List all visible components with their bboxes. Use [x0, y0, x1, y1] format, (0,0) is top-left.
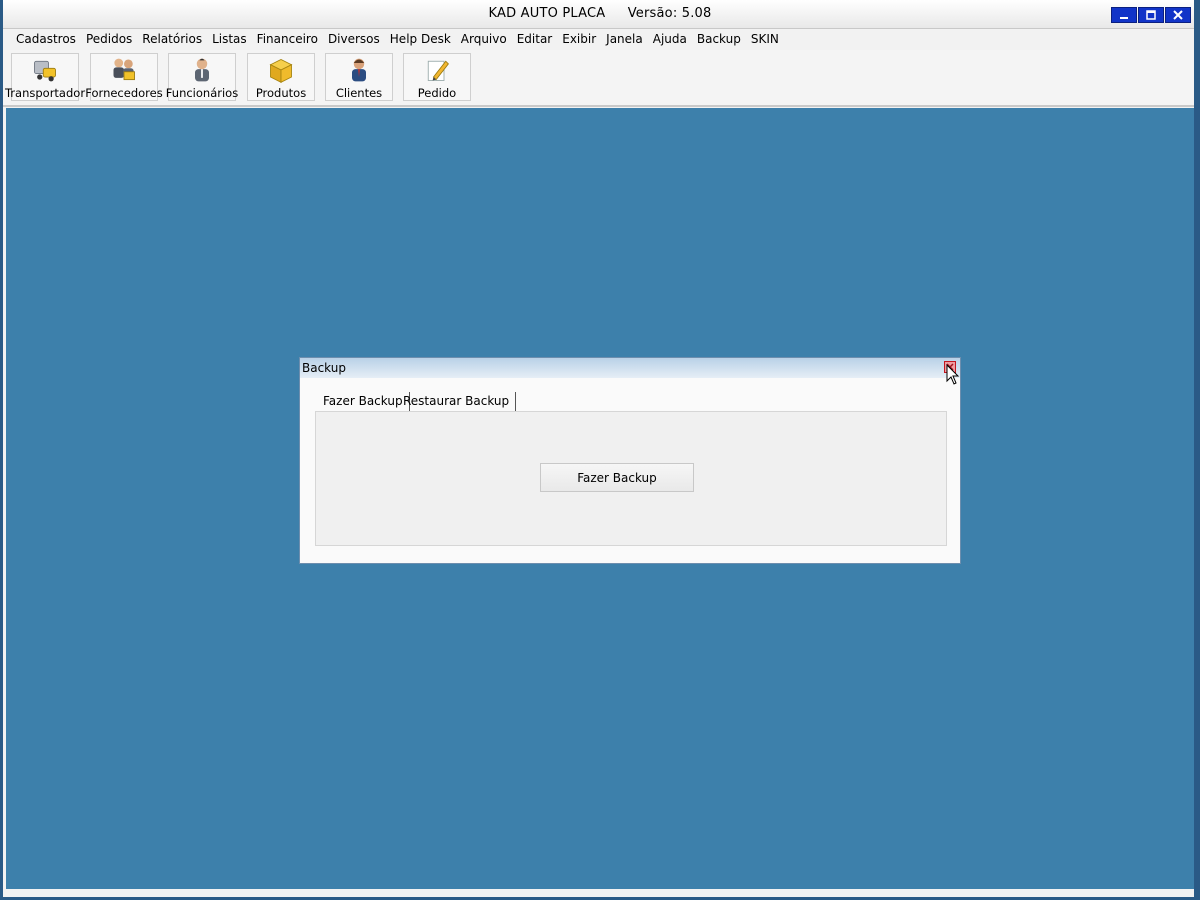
pencil-icon — [427, 60, 449, 81]
menu-exibir[interactable]: Exibir — [557, 30, 601, 50]
menu-janela[interactable]: Janela — [601, 30, 648, 50]
transportador-label: Transportador — [4, 86, 86, 100]
maximize-icon — [1146, 10, 1156, 20]
menu-diversos[interactable]: Diversos — [323, 30, 385, 50]
minimize-icon — [1120, 17, 1128, 19]
window-controls — [1110, 7, 1191, 23]
maximize-button[interactable] — [1138, 7, 1164, 23]
menu-cadastros[interactable]: Cadastros — [11, 30, 81, 50]
funcionarios-label: Funcionários — [165, 86, 239, 100]
clientes-button[interactable]: Clientes — [325, 53, 393, 101]
box-icon — [269, 59, 293, 83]
suppliers-icon — [113, 58, 135, 81]
menu-editar[interactable]: Editar — [512, 30, 558, 50]
menu-pedidos[interactable]: Pedidos — [81, 30, 137, 50]
menu-listas[interactable]: Listas — [207, 30, 252, 50]
funcionarios-button[interactable]: Funcionários — [165, 53, 239, 101]
menu-backup[interactable]: Backup — [692, 30, 746, 50]
app-name: KAD AUTO PLACA — [488, 6, 606, 21]
mouse-cursor-icon — [946, 364, 960, 385]
fornecedores-button[interactable]: Fornecedores — [85, 53, 163, 101]
fazer-backup-button[interactable]: Fazer Backup — [540, 463, 694, 492]
pedido-label: Pedido — [417, 86, 457, 100]
menu-arquivo[interactable]: Arquivo — [456, 30, 512, 50]
window-title: KAD AUTO PLACA Versão: 5.08 — [3, 6, 1197, 21]
tab-restaurar-backup[interactable]: Restaurar Backup — [397, 392, 517, 411]
menu-ajuda[interactable]: Ajuda — [648, 30, 692, 50]
employee-icon — [195, 58, 209, 82]
window-border — [1194, 0, 1200, 900]
minimize-button[interactable] — [1111, 7, 1137, 23]
menu-skin[interactable]: SKIN — [746, 30, 784, 50]
toolbar: Transportador Fornecedores Funcionários — [3, 50, 1197, 107]
tab-fazer-backup[interactable]: Fazer Backup — [317, 392, 410, 411]
menu-financeiro[interactable]: Financeiro — [252, 30, 323, 50]
dialog-body: Fazer Backup Restaurar Backup Fazer Back… — [300, 378, 960, 563]
produtos-button[interactable]: Produtos — [247, 53, 315, 101]
tab-panel: Fazer Backup — [315, 411, 947, 546]
menu-help-desk[interactable]: Help Desk — [385, 30, 456, 50]
close-icon — [1173, 10, 1183, 20]
clientes-label: Clientes — [335, 86, 383, 100]
client-icon — [352, 58, 366, 82]
backup-dialog: Backup Fazer Backup Restaurar Backup Faz… — [299, 357, 961, 564]
transportador-button[interactable]: Transportador — [5, 53, 85, 101]
menu-bar: Cadastros Pedidos Relatórios Listas Fina… — [11, 30, 784, 50]
fornecedores-label: Fornecedores — [85, 86, 163, 100]
dialog-title: Backup — [302, 361, 346, 375]
dialog-title-bar[interactable]: Backup — [300, 358, 960, 378]
pedido-button[interactable]: Pedido — [403, 53, 471, 101]
version-label: Versão: 5.08 — [627, 6, 712, 21]
produtos-label: Produtos — [255, 86, 307, 100]
title-bar: KAD AUTO PLACA Versão: 5.08 — [3, 0, 1197, 29]
menu-relatorios[interactable]: Relatórios — [137, 30, 207, 50]
close-button[interactable] — [1165, 7, 1191, 23]
truck-icon — [34, 60, 56, 82]
